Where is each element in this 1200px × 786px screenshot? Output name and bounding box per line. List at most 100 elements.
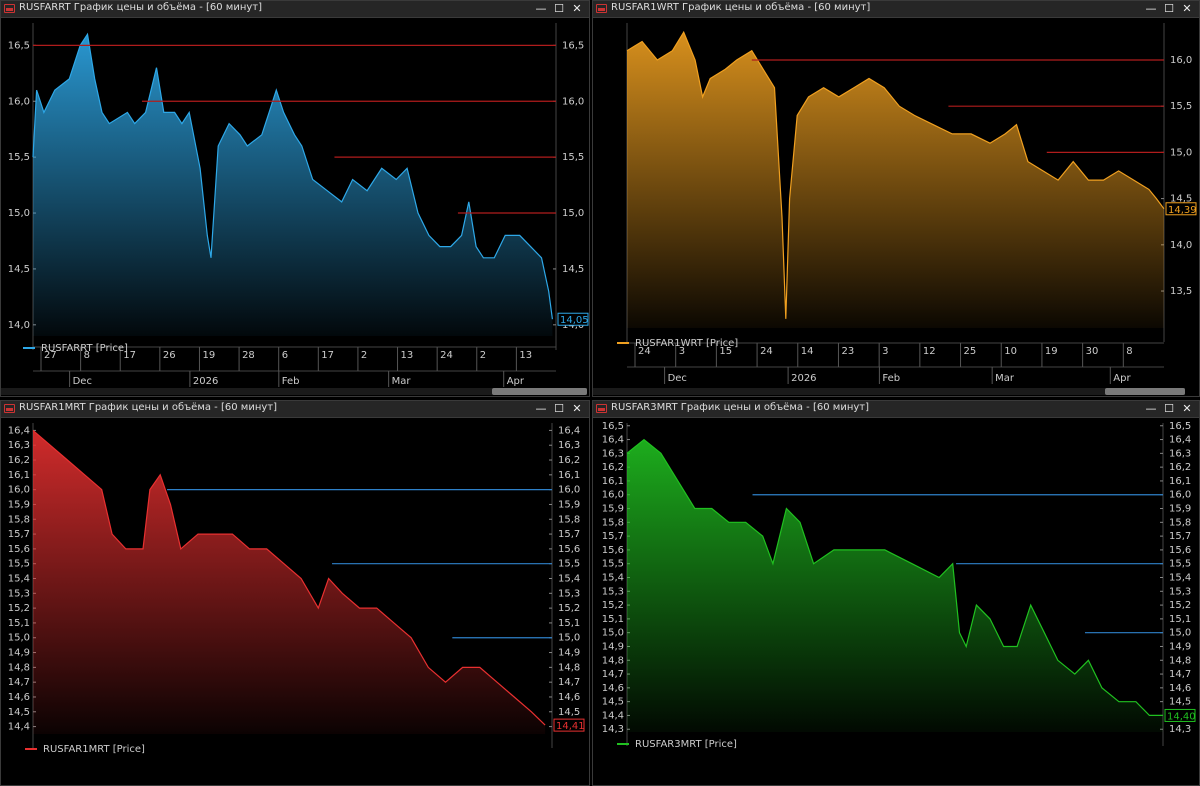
y-tick-label: 16,3 [558, 440, 580, 451]
y-tick-label: 14,9 [1169, 641, 1191, 652]
y-tick-label: 15,2 [1169, 600, 1191, 611]
y-tick-label: 16,1 [8, 470, 30, 481]
price-area [33, 34, 553, 336]
y-tick-label: 16,1 [1169, 476, 1191, 487]
x-tick-label: 19 [1045, 346, 1058, 357]
x-tick-label: 8 [1126, 346, 1132, 357]
x-tick-label: 17 [321, 350, 334, 361]
price-chart[interactable]: 16,4 16,4 16,3 16,3 16,2 16,2 16,1 16,1 16,0 16,0… [1, 401, 590, 786]
y-tick-label: 15,2 [8, 603, 30, 614]
scrollbar-thumb[interactable] [492, 388, 587, 395]
y-tick-label: 15,3 [8, 588, 30, 599]
y-tick-label: 15,8 [8, 514, 30, 525]
y-tick-label: 14,6 [602, 683, 624, 694]
y-tick-label: 14,3 [602, 724, 624, 735]
x-month-label: Dec [668, 373, 687, 384]
y-tick-label: 15,1 [602, 614, 624, 625]
y-tick-label: 15,0 [8, 208, 30, 219]
price-chart[interactable]: 16,5 16,5 16,0 16,0 15,5 15,5 15,0 15,0 14,5 14,5… [1, 1, 590, 397]
price-area [627, 439, 1163, 732]
y-tick-label: 14,6 [8, 692, 30, 703]
y-tick-label: 15,4 [558, 574, 580, 585]
y-tick-label: 14,0 [8, 320, 30, 331]
chart-legend: RUSFAR3MRT [Price] [617, 739, 737, 750]
y-tick-label: 15,6 [8, 544, 30, 555]
last-price-label: 14,41 [556, 721, 585, 732]
y-tick-label: 15,8 [602, 517, 624, 528]
y-tick-label: 16,3 [1169, 448, 1191, 459]
x-tick-label: 25 [964, 346, 977, 357]
scrollbar-thumb[interactable] [1105, 388, 1185, 395]
y-tick-label: 15,7 [558, 529, 580, 540]
legend-swatch [23, 347, 35, 349]
y-tick-label: 15,0 [1169, 628, 1191, 639]
x-month-label: Mar [392, 376, 412, 387]
y-tick-label: 15,7 [602, 531, 624, 542]
y-tick-label: 16,4 [8, 425, 30, 436]
y-tick-label: 16,2 [8, 455, 30, 466]
y-tick-label: 15,6 [602, 545, 624, 556]
y-tick-label: 14,9 [8, 648, 30, 659]
y-tick-label: 14,4 [8, 722, 30, 733]
y-tick-label: 15,9 [558, 499, 580, 510]
y-tick-label: 16,0 [602, 490, 624, 501]
y-tick-label: 16,5 [602, 421, 624, 432]
y-tick-label: 15,6 [1169, 545, 1191, 556]
x-tick-label: 10 [1004, 346, 1017, 357]
x-tick-label: 30 [1086, 346, 1099, 357]
chart-legend: RUSFARRT [Price] [23, 343, 128, 354]
y-tick-label: 15,3 [558, 588, 580, 599]
x-tick-label: 2 [480, 350, 486, 361]
y-tick-label: 15,2 [558, 603, 580, 614]
y-tick-label: 16,0 [1169, 490, 1191, 501]
y-tick-label: 15,4 [1169, 573, 1191, 584]
y-tick-label: 14,8 [602, 655, 624, 666]
y-tick-label: 15,7 [1169, 531, 1191, 542]
x-tick-label: 3 [882, 346, 888, 357]
y-tick-label: 16,2 [1169, 462, 1191, 473]
y-tick-label: 15,8 [1169, 517, 1191, 528]
horizontal-scrollbar[interactable] [1, 388, 587, 395]
x-tick-label: 14 [801, 346, 814, 357]
y-tick-label: 15,0 [558, 633, 580, 644]
legend-swatch [617, 342, 629, 344]
y-tick-label: 15,0 [602, 628, 624, 639]
y-tick-label: 14,0 [1170, 240, 1192, 251]
x-tick-label: 24 [760, 346, 773, 357]
y-tick-label: 14,6 [558, 692, 580, 703]
y-tick-label: 14,5 [1169, 697, 1191, 708]
y-tick-label: 15,0 [562, 208, 584, 219]
y-tick-label: 14,9 [602, 641, 624, 652]
x-month-label: 2026 [193, 376, 218, 387]
y-tick-label: 14,9 [558, 648, 580, 659]
x-tick-label: 6 [282, 350, 288, 361]
y-tick-label: 15,0 [8, 633, 30, 644]
y-tick-label: 16,5 [562, 40, 584, 51]
y-tick-label: 15,1 [558, 618, 580, 629]
y-tick-label: 14,5 [602, 697, 624, 708]
x-month-label: Feb [882, 373, 900, 384]
price-area [627, 32, 1164, 328]
x-tick-label: 19 [202, 350, 215, 361]
y-tick-label: 14,5 [562, 264, 584, 275]
legend-label: RUSFAR1MRT [Price] [43, 744, 145, 755]
y-tick-label: 14,8 [558, 662, 580, 673]
y-tick-label: 16,4 [1169, 435, 1191, 446]
chart-legend: RUSFAR1MRT [Price] [25, 744, 145, 755]
last-price-label: 14,40 [1167, 711, 1196, 722]
y-tick-label: 16,0 [8, 96, 30, 107]
y-tick-label: 15,9 [8, 499, 30, 510]
horizontal-scrollbar[interactable] [593, 388, 1185, 395]
y-tick-label: 15,2 [602, 600, 624, 611]
y-tick-label: 14,7 [558, 677, 580, 688]
chart-window-rusfar1wrt: RUSFAR1WRT График цены и объёма - [60 ми… [592, 0, 1200, 397]
x-tick-label: 28 [242, 350, 255, 361]
y-tick-label: 15,5 [562, 152, 584, 163]
legend-swatch [617, 743, 629, 745]
y-tick-label: 15,5 [558, 559, 580, 570]
y-tick-label: 14,5 [558, 707, 580, 718]
x-month-label: Dec [73, 376, 92, 387]
y-tick-label: 15,3 [602, 586, 624, 597]
y-tick-label: 16,3 [602, 448, 624, 459]
price-chart[interactable]: 16,5 16,5 16,4 16,4 16,3 16,3 16,2 16,2 16,1 16,1… [593, 401, 1200, 786]
